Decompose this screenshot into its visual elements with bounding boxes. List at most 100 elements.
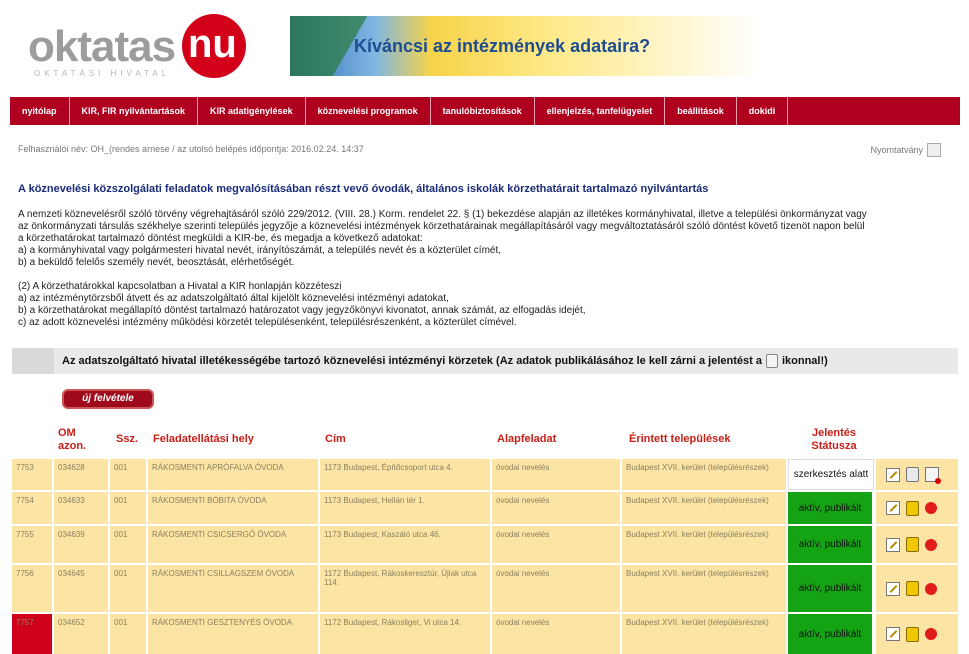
logo-subtitle: OKTATÁSI HIVATAL (34, 69, 171, 78)
logo[interactable]: oktatas nu OKTATÁSI HIVATAL (28, 14, 248, 82)
edit-icon[interactable] (886, 627, 900, 641)
edit-icon[interactable] (886, 467, 900, 482)
cell-settlements: Budapest XVII. kerület (településrészek) (622, 565, 788, 612)
th-ssz: Ssz. (116, 433, 139, 445)
cell-address: 1172 Budapest, Rákosliget, Vi utca 14. (320, 614, 492, 654)
lock-icon[interactable] (906, 467, 919, 482)
cell-om: 034633 (54, 492, 110, 524)
status-badge: aktív, publikált (788, 492, 874, 524)
status-dot-icon[interactable] (925, 582, 937, 595)
lock-icon[interactable] (906, 500, 919, 516)
promo-banner[interactable]: Kíváncsi az intézmények adataira? (290, 16, 760, 76)
nav-item-inspection[interactable]: ellenjelzés, tanfelügyelet (535, 97, 666, 125)
table-row: 7753 034628 001 RÁKOSMENTI APRÓFALVA ÓVODA 1… (12, 459, 958, 490)
cell-place: RÁKOSMENTI BÓBITA ÓVODA (148, 492, 320, 524)
lock-icon (765, 354, 778, 368)
th-address: Cím (325, 433, 346, 445)
th-task: Alapfeladat (497, 433, 557, 445)
edit-icon[interactable] (886, 501, 900, 515)
paragraph-line: c) az adott köznevelési intézmény működé… (18, 317, 517, 328)
lock-icon[interactable] (906, 537, 919, 552)
cell-ssz: 001 (110, 565, 148, 612)
status-dot-icon[interactable] (925, 538, 937, 551)
paragraph-line: b) a beküldő felelős személy nevét, beos… (18, 257, 295, 268)
row-actions (876, 526, 958, 563)
status-badge: aktív, publikált (788, 565, 874, 612)
row-actions (876, 459, 958, 490)
paragraph-line: (2) A körzethatárokkal kapcsolatban a Hi… (18, 281, 342, 292)
cell-address: 1173 Budapest, Építőcsoport utca 4. (320, 459, 492, 490)
status-badge: aktív, publikált (788, 614, 874, 654)
section-text-before: Az adatszolgáltató hivatal illetékességé… (62, 355, 762, 367)
cell-om: 034628 (54, 459, 110, 490)
cell-task: óvodai nevelés (492, 526, 622, 563)
cell-id: 7753 (12, 459, 54, 490)
th-status: Jelentés Státusza (811, 427, 857, 452)
nav-item-insurance[interactable]: tanulóbiztosítások (431, 97, 535, 125)
cell-place: RÁKOSMENTI CSICSERGŐ ÓVODA (148, 526, 320, 563)
cell-ssz: 001 (110, 492, 148, 524)
nav-item-programs[interactable]: köznevelési programok (306, 97, 431, 125)
logo-suffix: nu (188, 22, 237, 66)
lock-icon[interactable] (906, 626, 919, 642)
cell-id: 7755 (12, 526, 54, 563)
breadcrumb: Felhasználói név: OH_(rendes arnese / az… (18, 144, 364, 154)
nav-item-kir-requests[interactable]: KIR adatigénylések (198, 97, 306, 125)
cell-om: 034645 (54, 565, 110, 612)
nav-item-docs[interactable]: dokidi (737, 97, 789, 125)
paragraph-1: A nemzeti köznevelésről szóló törvény vé… (18, 209, 953, 269)
nav-item-settings[interactable]: beállítások (665, 97, 737, 125)
section-header: Az adatszolgáltató hivatal illetékességé… (12, 348, 958, 374)
nav-item-kir-fir[interactable]: KIR, FIR nyilvántartások (70, 97, 199, 125)
table-row: 7754 034633 001 RÁKOSMENTI BÓBITA ÓVODA 1173… (12, 492, 958, 524)
status-dot-icon[interactable] (925, 502, 937, 514)
row-actions (876, 614, 958, 654)
status-dot-icon[interactable] (925, 628, 937, 640)
cell-om: 034652 (54, 614, 110, 654)
cell-task: óvodai nevelés (492, 614, 622, 654)
cell-om: 034639 (54, 526, 110, 563)
edit-icon[interactable] (886, 537, 900, 552)
cell-settlements: Budapest XVII. kerület (településrészek) (622, 459, 788, 490)
paragraph-line: a) a kormányhivatal vagy polgármesteri h… (18, 245, 502, 256)
cell-ssz: 001 (110, 526, 148, 563)
table-row: 7756 034645 001 RÁKOSMENTI CSILLAGSZEM ÓVOD… (12, 565, 958, 612)
paragraph-line: a körzethatárokat tartalmazó döntést meg… (18, 233, 423, 244)
paragraph-2: (2) A körzethatárokkal kapcsolatban a Hi… (18, 281, 953, 329)
row-actions (876, 565, 958, 612)
th-om: OM azon. (58, 427, 87, 452)
cell-task: óvodai nevelés (492, 565, 622, 612)
cell-address: 1173 Budapest, Hellán tér 1. (320, 492, 492, 524)
main-nav: nyitólap KIR, FIR nyilvántartások KIR ad… (10, 97, 960, 125)
nav-item-home[interactable]: nyitólap (10, 97, 70, 125)
status-badge: aktív, publikált (788, 526, 874, 563)
print-icon (927, 143, 941, 157)
table-row: 7757 034652 001 RÁKOSMENTI GESZTENYÉS ÓVODA… (12, 614, 958, 654)
th-place: Feladatellátási hely (153, 433, 254, 445)
edit-icon[interactable] (886, 581, 900, 596)
cell-ssz: 001 (110, 614, 148, 654)
paragraph-line: A nemzeti köznevelésről szóló törvény vé… (18, 209, 867, 220)
status-badge: szerkesztés alatt (788, 459, 874, 490)
lock-icon[interactable] (906, 581, 919, 596)
cell-task: óvodai nevelés (492, 459, 622, 490)
cell-place: RÁKOSMENTI GESZTENYÉS ÓVODA (148, 614, 320, 654)
th-settlements: Érintett települések (629, 433, 731, 445)
new-record-button[interactable]: új felvétele (62, 389, 154, 409)
cell-address: 1172 Budapest, Rákoskeresztúr, Újlak utc… (320, 565, 492, 612)
delete-icon[interactable] (925, 467, 941, 484)
page-title: A köznevelési közszolgálati feladatok me… (18, 183, 709, 195)
paragraph-line: a) az intézménytörzsből átvett és az ada… (18, 293, 449, 304)
logo-word: oktatas (28, 22, 176, 71)
cell-ssz: 001 (110, 459, 148, 490)
table-row: 7755 034639 001 RÁKOSMENTI CSICSERGŐ ÓVODA 1… (12, 526, 958, 563)
banner-text: Kíváncsi az intézmények adataira? (354, 36, 651, 56)
print-label: Nyomtatvány (870, 145, 923, 155)
cell-task: óvodai nevelés (492, 492, 622, 524)
cell-id: 7757 (12, 614, 54, 654)
row-actions (876, 492, 958, 524)
cell-id: 7754 (12, 492, 54, 524)
cell-settlements: Budapest XVII. kerület (településrészek) (622, 614, 788, 654)
cell-address: 1173 Budapest, Kaszáló utca 46. (320, 526, 492, 563)
print-link[interactable]: Nyomtatvány (870, 143, 941, 157)
